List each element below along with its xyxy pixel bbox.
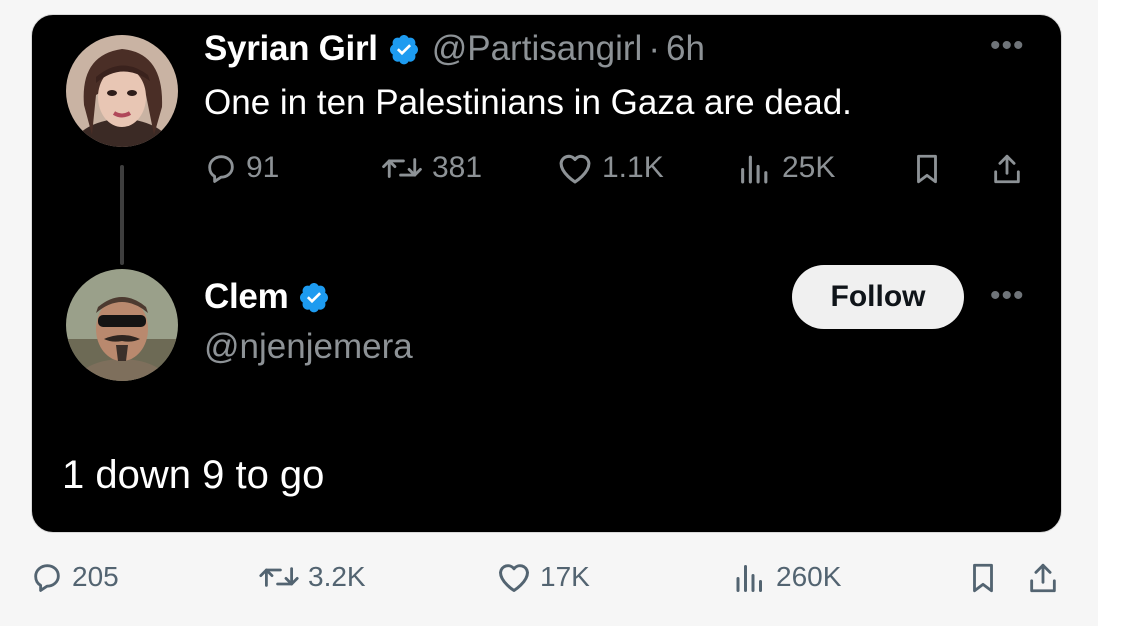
separator-dot: · (648, 29, 660, 68)
page-edge-bottom (0, 626, 1098, 634)
reply-count: 205 (72, 561, 119, 592)
views-chart-icon (741, 155, 768, 184)
author-name[interactable]: Clem (204, 277, 289, 317)
like-count: 17K (540, 561, 590, 592)
reply-action[interactable]: 91 (204, 151, 279, 185)
like-action[interactable]: 1.1K (556, 151, 664, 185)
author-handle[interactable]: @Partisangirl (432, 29, 643, 69)
share-icon (994, 154, 1020, 184)
retweet-icon (382, 158, 422, 178)
more-options-icon[interactable]: ••• (990, 281, 1025, 311)
retweet-icon (259, 567, 299, 587)
bookmark-action[interactable] (966, 560, 1008, 596)
retweet-count: 3.2K (308, 561, 366, 592)
author-handle[interactable]: @njenjemera (204, 327, 413, 367)
quoted-tweet-header: Syrian Girl @Partisangirl · 6h (204, 29, 705, 69)
author-name[interactable]: Syrian Girl (204, 29, 378, 69)
reply-icon (208, 155, 234, 183)
reply-icon (34, 564, 60, 592)
share-action[interactable] (990, 151, 1032, 187)
quoted-tweet-actions: 91 381 1.1K 25K (204, 151, 1034, 195)
follow-button[interactable]: Follow (792, 265, 964, 329)
tweet-text: One in ten Palestinians in Gaza are dead… (204, 83, 852, 122)
more-options-icon[interactable]: ••• (990, 31, 1025, 61)
verified-badge-icon (389, 35, 418, 65)
views-action[interactable]: 25K (736, 151, 835, 185)
retweet-action[interactable]: 381 (380, 151, 482, 185)
verified-badge-icon (300, 283, 329, 313)
views-count: 25K (782, 151, 836, 184)
views-action[interactable]: 260K (732, 560, 841, 594)
like-action[interactable]: 17K (496, 560, 590, 594)
heart-icon (499, 564, 529, 592)
like-count: 1.1K (602, 151, 664, 184)
retweet-count: 381 (432, 151, 483, 184)
reply-text: 1 down 9 to go (62, 453, 325, 497)
page-edge (1098, 0, 1132, 634)
heart-icon (559, 154, 591, 184)
bookmark-icon (973, 563, 993, 593)
views-chart-icon (736, 565, 762, 592)
reply-header: Clem (204, 277, 330, 317)
reply-action[interactable]: 205 (30, 560, 119, 594)
avatar[interactable] (66, 35, 178, 147)
reply-count: 91 (246, 151, 280, 184)
share-icon (1030, 563, 1056, 593)
tweet-timestamp[interactable]: 6h (666, 29, 705, 69)
post-actions: 205 3.2K 17K 260K (30, 560, 1070, 604)
embedded-screenshot-card: Syrian Girl @Partisangirl · 6h ••• One i… (31, 14, 1062, 533)
avatar[interactable] (66, 269, 178, 381)
bookmark-icon (917, 154, 937, 184)
bookmark-action[interactable] (910, 151, 952, 187)
views-count: 260K (776, 561, 842, 592)
thread-line (120, 165, 124, 265)
retweet-action[interactable]: 3.2K (258, 560, 366, 594)
share-action[interactable] (1026, 560, 1068, 596)
